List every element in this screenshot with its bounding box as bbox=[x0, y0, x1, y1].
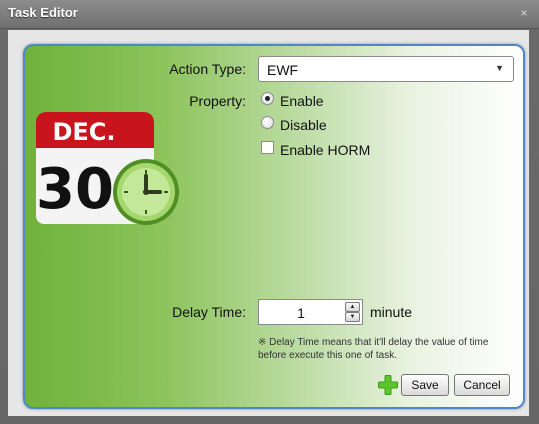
delay-unit-label: minute bbox=[370, 304, 413, 320]
close-button[interactable]: × bbox=[517, 6, 531, 20]
calendar-month: DEC. bbox=[52, 118, 115, 146]
calendar-clock-icon: DEC. 30 bbox=[36, 112, 179, 225]
radio-selected-dot bbox=[265, 96, 270, 101]
task-editor-window: Task Editor × DEC. 30 Action Type: EWF ▼… bbox=[0, 0, 539, 424]
delay-time-stepper[interactable]: 1 ▲ ▼ bbox=[258, 299, 363, 325]
action-type-value: EWF bbox=[267, 62, 299, 78]
cancel-button[interactable]: Cancel bbox=[454, 374, 510, 396]
calendar-day: 30 bbox=[36, 157, 114, 222]
enable-horm-checkbox[interactable] bbox=[261, 141, 274, 154]
property-label: Property: bbox=[189, 93, 246, 109]
save-button[interactable]: Save bbox=[401, 374, 449, 396]
window-title: Task Editor bbox=[8, 5, 78, 20]
decrement-button[interactable]: ▼ bbox=[345, 312, 360, 322]
disable-radio[interactable] bbox=[261, 116, 274, 129]
enable-radio-label[interactable]: Enable bbox=[280, 93, 324, 109]
enable-radio[interactable] bbox=[261, 92, 274, 105]
increment-button[interactable]: ▲ bbox=[345, 302, 360, 312]
plus-icon[interactable] bbox=[377, 374, 399, 396]
title-bar: Task Editor × bbox=[0, 0, 539, 29]
action-type-select[interactable]: EWF ▼ bbox=[258, 56, 514, 82]
delay-time-input[interactable]: 1 bbox=[259, 305, 343, 321]
clock-icon bbox=[113, 159, 179, 225]
chevron-down-icon[interactable]: ▼ bbox=[495, 63, 504, 73]
action-type-label: Action Type: bbox=[169, 61, 246, 77]
delay-time-note: ※ Delay Time means that it'll delay the … bbox=[258, 337, 489, 361]
disable-radio-label[interactable]: Disable bbox=[280, 117, 327, 133]
delay-time-label: Delay Time: bbox=[172, 304, 246, 320]
enable-horm-label[interactable]: Enable HORM bbox=[280, 142, 370, 158]
